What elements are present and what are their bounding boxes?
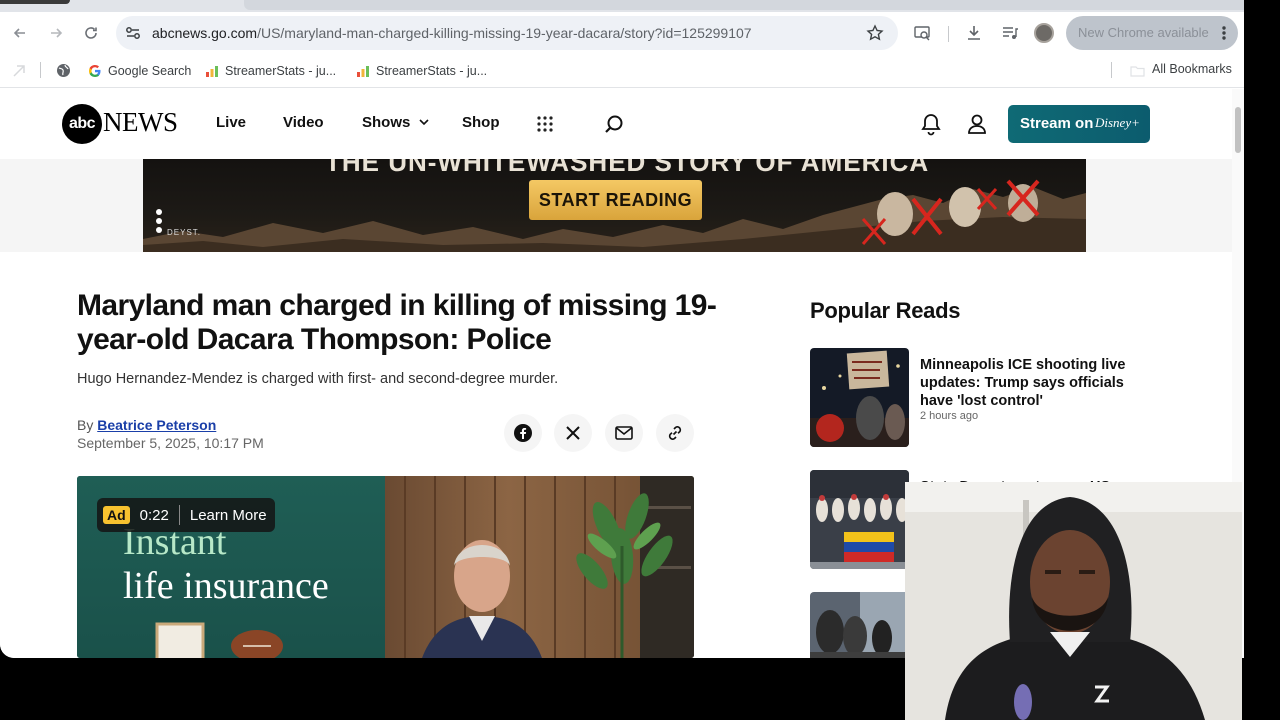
bookmark-star-icon[interactable] bbox=[866, 24, 884, 42]
site-header: abc NEWS Live Video Shows Shop Stream on… bbox=[0, 89, 1232, 159]
tab-strip bbox=[0, 0, 1244, 12]
news-logo-text[interactable]: NEWS bbox=[103, 107, 178, 138]
byline: By Beatrice Peterson bbox=[77, 417, 216, 433]
bookmarks-divider bbox=[1111, 62, 1112, 78]
folder-icon bbox=[1130, 66, 1145, 77]
profile-avatar[interactable] bbox=[1034, 23, 1054, 43]
start-reading-button[interactable]: START READING bbox=[529, 180, 702, 220]
banner-ad[interactable]: THE UN-WHITEWASHED STORY OF AMERICA STAR… bbox=[143, 159, 1086, 252]
publish-date: September 5, 2025, 10:17 PM bbox=[77, 435, 264, 451]
update-label: New Chrome available bbox=[1078, 25, 1209, 40]
ad-divider bbox=[178, 505, 180, 525]
popular-thumbnail[interactable] bbox=[810, 592, 909, 658]
url-text: abcnews.go.com/US/maryland-man-charged-k… bbox=[152, 25, 752, 41]
popular-item[interactable]: Minneapolis ICE shooting live updates: T… bbox=[810, 348, 1210, 448]
all-bookmarks-link[interactable]: All Bookmarks bbox=[1152, 62, 1232, 76]
chrome-update-button[interactable]: New Chrome available bbox=[1066, 16, 1238, 50]
bookmark-label: StreamerStats - ju... bbox=[376, 64, 488, 78]
screen: abcnews.go.com/US/maryland-man-charged-k… bbox=[0, 0, 1280, 720]
browser-tab[interactable] bbox=[0, 0, 70, 4]
url-domain: abcnews.go.com bbox=[152, 25, 258, 41]
media-queue-icon[interactable] bbox=[1001, 24, 1019, 42]
stream-on-disney-button[interactable]: Stream on Disney+ bbox=[1008, 105, 1150, 143]
video-player[interactable]: Instant life insurance Ad 0:22 Learn Mor… bbox=[77, 476, 694, 658]
nav-shows[interactable]: Shows bbox=[362, 114, 430, 131]
bookmark-streamerstats-1[interactable]: StreamerStats - ju... bbox=[205, 62, 336, 80]
popular-timestamp: 2 hours ago bbox=[920, 410, 979, 422]
reload-icon[interactable] bbox=[79, 21, 103, 45]
bookmark-google-search[interactable]: Google Search bbox=[88, 62, 191, 80]
browser-tab-area bbox=[244, 0, 1244, 10]
bookmark-label: Google Search bbox=[108, 64, 192, 78]
bookmark-label: StreamerStats - ju... bbox=[225, 64, 337, 78]
banner-title: THE UN-WHITEWASHED STORY OF AMERICA bbox=[325, 159, 930, 177]
byline-prefix: By bbox=[77, 417, 94, 433]
toolbar-divider bbox=[948, 26, 949, 42]
download-icon[interactable] bbox=[965, 24, 983, 42]
bar-chart-icon bbox=[206, 66, 218, 77]
ad-headline-2: life insurance bbox=[123, 565, 329, 607]
url-path: /US/maryland-man-charged-killing-missing… bbox=[257, 25, 752, 41]
copy-link-button[interactable] bbox=[656, 414, 694, 452]
ad-countdown: 0:22 bbox=[139, 506, 169, 524]
webcam-overlay bbox=[905, 482, 1242, 720]
abc-logo[interactable]: abc bbox=[62, 104, 102, 144]
popular-thumbnail[interactable] bbox=[810, 470, 909, 569]
article-subhead: Hugo Hernandez-Mendez is charged with fi… bbox=[77, 371, 559, 387]
address-bar[interactable]: abcnews.go.com/US/maryland-man-charged-k… bbox=[116, 16, 898, 50]
desk-items bbox=[155, 622, 283, 658]
bookmarks-divider bbox=[40, 62, 41, 78]
disney-plus-logo: Disney+ bbox=[1095, 115, 1140, 130]
cast-search-icon[interactable] bbox=[913, 24, 931, 42]
share-x-button[interactable] bbox=[554, 414, 592, 452]
popular-headline[interactable]: Minneapolis ICE shooting live updates: T… bbox=[920, 356, 1160, 410]
popular-thumbnail[interactable] bbox=[810, 348, 909, 447]
facebook-icon bbox=[514, 424, 532, 442]
share-email-button[interactable] bbox=[605, 414, 643, 452]
author-link[interactable]: Beatrice Peterson bbox=[97, 417, 216, 433]
learn-more-link[interactable]: Learn More bbox=[190, 507, 267, 524]
popular-reads-title: Popular Reads bbox=[810, 298, 961, 323]
forward-arrow-icon[interactable] bbox=[44, 21, 68, 45]
bar-chart-icon bbox=[357, 66, 369, 77]
search-icon[interactable] bbox=[603, 114, 625, 136]
link-icon bbox=[668, 426, 682, 440]
police-scene-photo bbox=[810, 592, 909, 658]
bell-icon[interactable] bbox=[920, 112, 942, 136]
nav-video[interactable]: Video bbox=[283, 114, 324, 131]
share-facebook-button[interactable] bbox=[504, 414, 542, 452]
grid-menu-icon[interactable] bbox=[536, 115, 554, 133]
stream-label: Stream on bbox=[1020, 115, 1094, 132]
chevron-down-icon bbox=[418, 119, 429, 126]
globe-icon[interactable] bbox=[56, 63, 71, 78]
ad-overlay: Ad 0:22 Learn More bbox=[97, 498, 275, 532]
brand-dots-icon bbox=[156, 209, 162, 233]
streamer-webcam-feed bbox=[905, 482, 1242, 720]
nav-shop[interactable]: Shop bbox=[462, 114, 500, 131]
x-logo-icon bbox=[566, 426, 580, 440]
article-headline: Maryland man charged in killing of missi… bbox=[77, 289, 717, 356]
browser-toolbar: abcnews.go.com/US/maryland-man-charged-k… bbox=[0, 12, 1244, 54]
google-icon bbox=[89, 65, 101, 77]
account-icon[interactable] bbox=[966, 112, 988, 136]
apps-faded-icon[interactable] bbox=[12, 64, 26, 78]
ad-badge: Ad bbox=[103, 506, 130, 524]
more-vert-icon[interactable] bbox=[1222, 25, 1226, 41]
mail-icon bbox=[615, 426, 633, 440]
nav-shows-label: Shows bbox=[362, 114, 411, 131]
video-presenter bbox=[422, 540, 542, 658]
ad-band: THE UN-WHITEWASHED STORY OF AMERICA STAR… bbox=[0, 159, 1232, 252]
plant-decor bbox=[576, 493, 673, 658]
venezuela-flag-photo bbox=[810, 470, 909, 569]
protest-photo bbox=[810, 348, 909, 447]
banner-brand: DEYST. bbox=[167, 228, 202, 237]
bookmarks-bar: Google Search StreamerStats - ju... Stre… bbox=[0, 54, 1244, 88]
scrollbar-thumb[interactable] bbox=[1235, 107, 1241, 153]
nav-live[interactable]: Live bbox=[216, 114, 246, 131]
back-arrow-icon[interactable] bbox=[8, 21, 32, 45]
bookmark-streamerstats-2[interactable]: StreamerStats - ju... bbox=[356, 62, 487, 80]
site-settings-icon[interactable] bbox=[124, 24, 142, 42]
